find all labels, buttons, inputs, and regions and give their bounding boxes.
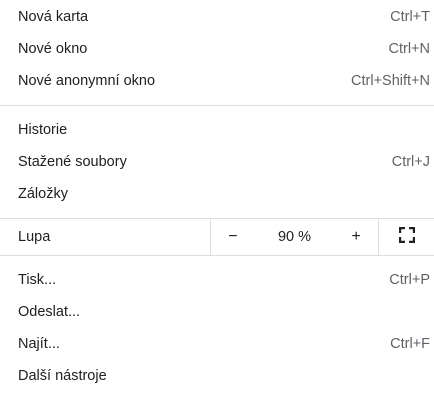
menu-item-shortcut: Ctrl+P xyxy=(389,272,430,288)
menu-item-history[interactable]: Historie xyxy=(0,114,434,146)
menu-separator xyxy=(0,255,434,256)
menu-item-shortcut: Ctrl+T xyxy=(390,9,430,25)
menu-item-bookmarks[interactable]: Záložky xyxy=(0,178,434,210)
menu-item-new-incognito-window[interactable]: Nové anonymní okno Ctrl+Shift+N xyxy=(0,65,434,97)
menu-item-shortcut: Ctrl+F xyxy=(390,336,430,352)
menu-item-label: Stažené soubory xyxy=(18,154,127,170)
menu-item-more-tools[interactable]: Další nástroje xyxy=(0,360,434,392)
menu-item-cast[interactable]: Odeslat... xyxy=(0,296,434,328)
menu-item-label: Další nástroje xyxy=(18,368,107,384)
zoom-controls: − 90 % + xyxy=(210,219,378,255)
menu-item-label: Nové anonymní okno xyxy=(18,73,156,89)
fullscreen-icon xyxy=(398,226,415,247)
zoom-label: Lupa xyxy=(18,229,51,245)
menu-item-shortcut: Ctrl+Shift+N xyxy=(351,73,430,89)
zoom-out-button[interactable]: − xyxy=(211,219,255,255)
menu-item-label: Najít... xyxy=(18,336,60,352)
menu-item-print[interactable]: Tisk... Ctrl+P xyxy=(0,264,434,296)
menu-item-label: Historie xyxy=(18,122,68,138)
menu-item-downloads[interactable]: Stažené soubory Ctrl+J xyxy=(0,146,434,178)
menu-item-find[interactable]: Najít... Ctrl+F xyxy=(0,328,434,360)
menu-item-label: Nová karta xyxy=(18,9,89,25)
zoom-row: Lupa − 90 % + xyxy=(0,219,434,255)
zoom-level: 90 % xyxy=(277,229,312,245)
menu-item-new-window[interactable]: Nové okno Ctrl+N xyxy=(0,33,434,65)
menu-separator xyxy=(0,105,434,106)
fullscreen-button[interactable] xyxy=(378,219,434,255)
menu-item-shortcut: Ctrl+N xyxy=(388,41,431,57)
zoom-in-button[interactable]: + xyxy=(334,219,378,255)
menu-item-label: Záložky xyxy=(18,186,68,202)
menu-item-label: Tisk... xyxy=(18,272,57,288)
menu-item-label: Odeslat... xyxy=(18,304,81,320)
menu-item-new-tab[interactable]: Nová karta Ctrl+T xyxy=(0,1,434,33)
menu-item-label: Nové okno xyxy=(18,41,88,57)
menu-item-shortcut: Ctrl+J xyxy=(391,154,430,170)
app-menu: Nová karta Ctrl+T Nové okno Ctrl+N Nové … xyxy=(0,0,434,401)
